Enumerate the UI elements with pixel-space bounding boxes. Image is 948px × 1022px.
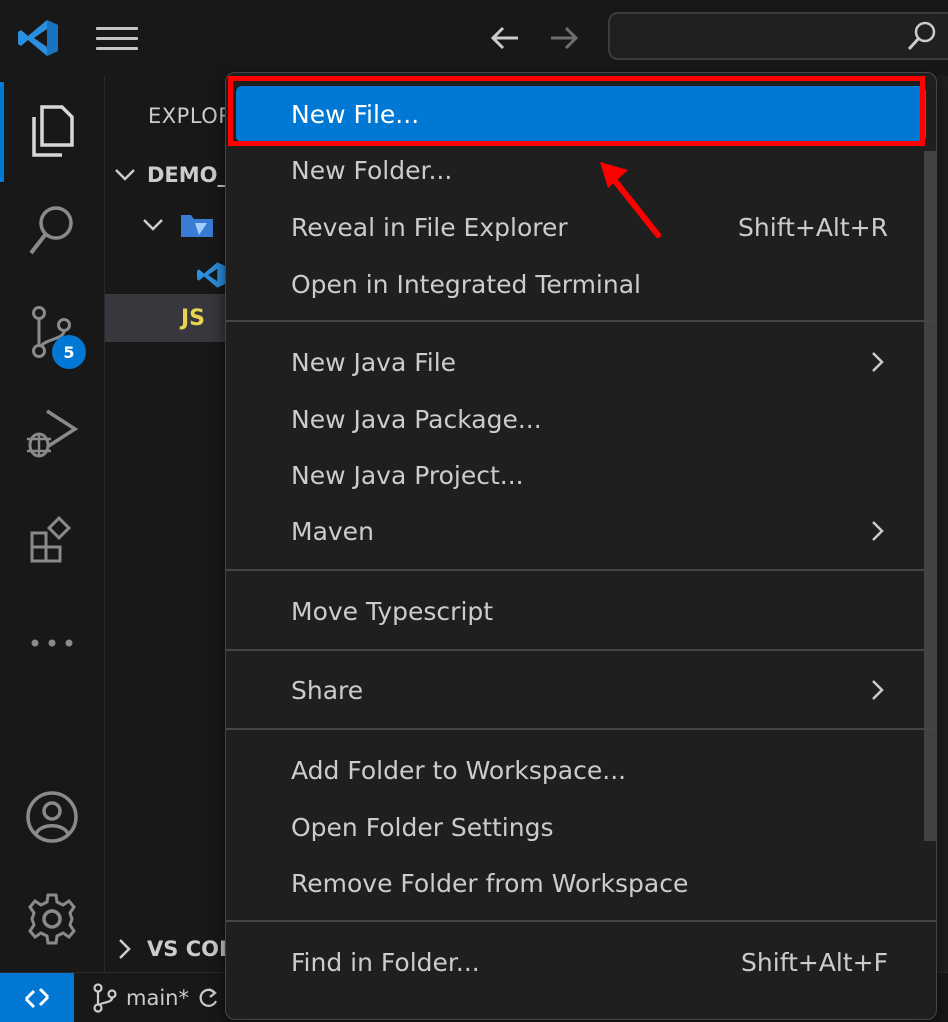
menu-item-reveal-in-file-explorer[interactable]: Reveal in File Explorer Shift+Alt+R (236, 199, 926, 255)
menu-item-label: Add Folder to Workspace... (291, 755, 627, 785)
source-control-icon[interactable] (0, 288, 104, 378)
remote-indicator[interactable] (0, 973, 74, 1022)
forward-arrow-icon[interactable] (545, 20, 581, 56)
back-arrow-icon[interactable] (488, 20, 524, 56)
menu-item-open-folder-settings[interactable]: Open Folder Settings (236, 799, 926, 855)
menu-item-label: Open Folder Settings (291, 812, 554, 842)
chevron-down-icon (113, 167, 143, 183)
vscode-file-row[interactable] (105, 250, 230, 300)
menu-item-label: New Java Package... (291, 404, 542, 434)
menu-item-label: New Folder... (291, 155, 453, 185)
explorer-title: EXPLOR (148, 104, 230, 128)
menu-item-label: Open in Integrated Terminal (291, 269, 641, 299)
annotation-highlight-box (228, 76, 925, 146)
search-icon (906, 20, 938, 52)
menu-separator (226, 569, 936, 571)
activity-bar: 5 (0, 76, 105, 972)
menu-item-find-in-folder[interactable]: Find in Folder... Shift+Alt+F (236, 934, 926, 990)
menu-item-new-folder[interactable]: New Folder... (236, 142, 926, 198)
run-debug-icon[interactable] (0, 388, 104, 478)
annotation-arrow-icon (590, 150, 670, 245)
menu-item-shortcut: Shift+Alt+R (738, 212, 888, 242)
chevron-right-icon (117, 937, 133, 961)
menu-separator (226, 320, 936, 322)
menu-item-move-typescript[interactable]: Move Typescript (236, 583, 926, 639)
remote-icon (24, 987, 50, 1008)
menu-item-new-java-package[interactable]: New Java Package... (236, 391, 926, 447)
menu-item-label: Maven (291, 516, 374, 546)
search-sidebar-icon[interactable] (0, 186, 104, 276)
chevron-right-icon (868, 348, 888, 376)
explorer-context-menu: New File... New Folder... Reveal in File E… (225, 72, 937, 1020)
menu-item-label: New Java File (291, 347, 457, 377)
vscode-logo-icon (16, 18, 60, 58)
menu-item-add-folder-to-workspace[interactable]: Add Folder to Workspace... (236, 742, 926, 798)
js-file-row[interactable]: JS (105, 294, 230, 342)
menu-separator (226, 649, 936, 651)
accounts-icon[interactable] (0, 772, 104, 862)
menu-item-label: Find in Folder... (291, 947, 480, 977)
source-control-badge: 5 (52, 335, 86, 369)
branch-name: main* (126, 985, 189, 1010)
explorer-sidebar: EXPLOR DEMO_ JS VS COD (105, 76, 230, 972)
vscode-folder-icon (179, 211, 215, 239)
chevron-down-icon (141, 217, 165, 233)
more-actions-icon[interactable] (0, 598, 104, 688)
git-branch-icon (93, 982, 117, 1013)
menu-item-new-java-file[interactable]: New Java File (236, 334, 926, 390)
extensions-icon[interactable] (0, 496, 104, 586)
sync-icon[interactable] (197, 985, 219, 1011)
git-branch-status[interactable]: main* (92, 973, 219, 1022)
menu-item-label: Reveal in File Explorer (291, 212, 568, 242)
menu-item-open-in-integrated-terminal[interactable]: Open in Integrated Terminal (236, 256, 926, 312)
vs-code-section-label: VS COD (147, 937, 230, 961)
command-center-search[interactable] (608, 12, 948, 60)
settings-gear-icon[interactable] (0, 874, 104, 964)
menu-item-shortcut: Shift+Alt+F (741, 947, 888, 977)
vscode-file-icon (195, 261, 227, 289)
explorer-files-icon[interactable] (0, 86, 104, 176)
menu-item-share[interactable]: Share (236, 662, 926, 718)
hamburger-menu-icon[interactable] (96, 22, 138, 54)
chevron-right-icon (868, 676, 888, 704)
menu-item-maven[interactable]: Maven (236, 503, 926, 559)
vscode-folder-row[interactable] (105, 200, 230, 250)
folder-row-demo[interactable]: DEMO_ (105, 150, 230, 200)
chevron-right-icon (868, 517, 888, 545)
menu-separator (226, 728, 936, 730)
menu-item-label: New Java Project... (291, 460, 524, 490)
vs-code-section-header[interactable]: VS COD (105, 924, 230, 972)
js-file-icon: JS (181, 305, 206, 331)
title-bar (0, 0, 948, 77)
menu-item-label: Share (291, 675, 364, 705)
menu-separator (226, 920, 936, 922)
menu-item-label: Remove Folder from Workspace (291, 868, 689, 898)
menu-item-new-java-project[interactable]: New Java Project... (236, 447, 926, 503)
menu-item-label: Move Typescript (291, 596, 494, 626)
folder-name: DEMO_ (147, 163, 229, 187)
menu-item-remove-folder-from-workspace[interactable]: Remove Folder from Workspace (236, 855, 926, 911)
